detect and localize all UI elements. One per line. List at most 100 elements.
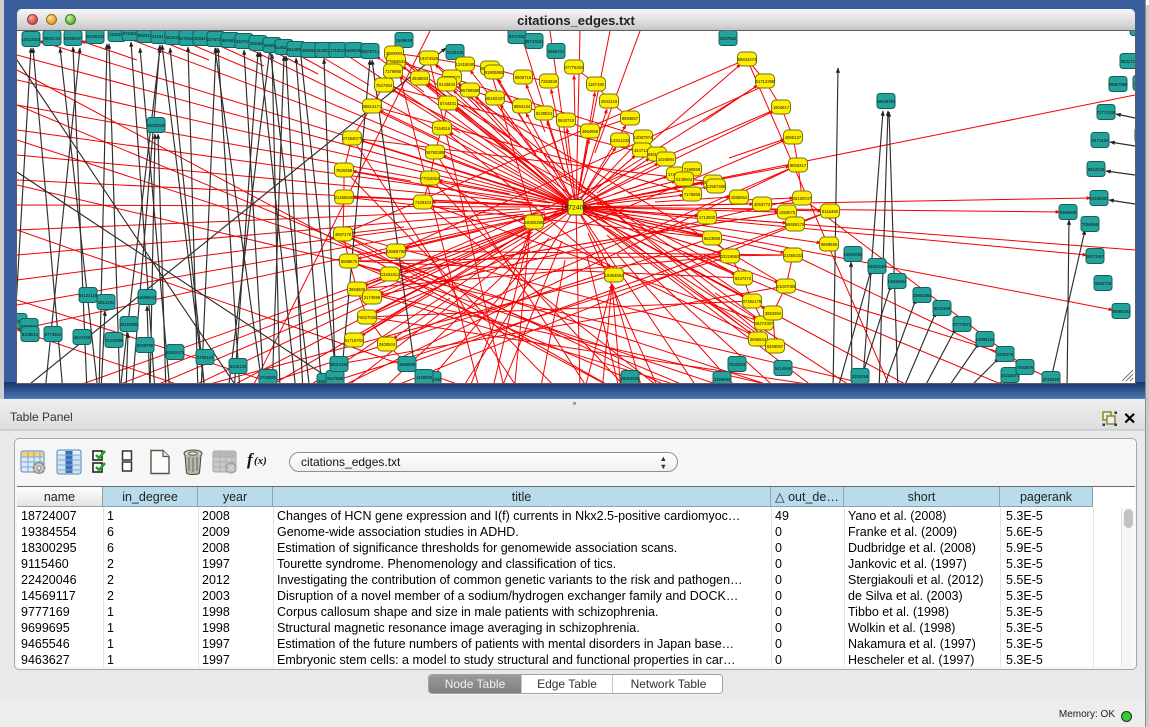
svg-text:19384554: 19384554 xyxy=(605,273,624,278)
svg-text:14846564: 14846564 xyxy=(888,279,907,284)
svg-text:4948083: 4948083 xyxy=(412,76,429,81)
svg-text:1585064: 1585064 xyxy=(731,195,748,200)
svg-text:5812236: 5812236 xyxy=(1088,167,1105,172)
svg-text:5240824: 5240824 xyxy=(536,111,553,116)
svg-text:16998543: 16998543 xyxy=(138,295,157,300)
svg-text:26204505: 26204505 xyxy=(621,376,640,381)
svg-text:14895134: 14895134 xyxy=(976,337,995,342)
svg-text:9699695: 9699695 xyxy=(821,242,838,247)
svg-text:95788568: 95788568 xyxy=(461,88,480,93)
svg-text:6773602: 6773602 xyxy=(45,332,62,337)
svg-text:0842710: 0842710 xyxy=(558,118,575,123)
svg-text:12567468: 12567468 xyxy=(707,184,726,189)
svg-text:99737631: 99737631 xyxy=(525,39,544,44)
svg-text:9115460: 9115460 xyxy=(822,209,839,214)
svg-text:46120047: 46120047 xyxy=(793,196,812,201)
svg-text:51718702: 51718702 xyxy=(345,338,364,343)
svg-text:15865780: 15865780 xyxy=(387,249,406,254)
svg-text:06990162: 06990162 xyxy=(1112,309,1131,314)
svg-text:5588675: 5588675 xyxy=(341,259,358,264)
svg-text:2427868: 2427868 xyxy=(327,376,344,381)
svg-text:12419049: 12419049 xyxy=(456,62,475,67)
svg-text:0647468: 0647468 xyxy=(74,335,91,340)
svg-text:27484677: 27484677 xyxy=(343,136,362,141)
svg-text:16648784: 16648784 xyxy=(877,99,896,104)
svg-text:9993867: 9993867 xyxy=(622,116,639,121)
svg-text:72343098: 72343098 xyxy=(105,338,124,343)
svg-text:13341232: 13341232 xyxy=(611,138,630,143)
svg-text:18300295: 18300295 xyxy=(525,220,544,225)
svg-text:13431611: 13431611 xyxy=(381,272,400,277)
svg-text:4053773: 4053773 xyxy=(754,202,771,207)
svg-text:0812191: 0812191 xyxy=(98,300,115,305)
svg-text:9600133: 9600133 xyxy=(44,36,61,41)
svg-text:10433218: 10433218 xyxy=(22,37,41,42)
svg-text:2016328: 2016328 xyxy=(1043,377,1060,382)
svg-text:7109324: 7109324 xyxy=(415,200,432,205)
svg-text:7175655: 7175655 xyxy=(684,192,701,197)
svg-text:4964990: 4964990 xyxy=(582,129,599,134)
svg-text:22219693: 22219693 xyxy=(721,254,740,259)
svg-text:8506716: 8506716 xyxy=(515,75,532,80)
svg-text:1382675: 1382675 xyxy=(779,210,796,215)
svg-text:58842474: 58842474 xyxy=(738,57,757,62)
svg-text:12067974: 12067974 xyxy=(634,135,653,140)
svg-text:08760385: 08760385 xyxy=(426,150,445,155)
svg-text:3953394: 3953394 xyxy=(765,311,782,316)
svg-text:8347382: 8347382 xyxy=(509,34,526,39)
svg-text:3158692: 3158692 xyxy=(714,377,731,382)
svg-text:46474367: 46474367 xyxy=(755,321,774,326)
svg-text:0103105: 0103105 xyxy=(447,50,464,55)
svg-text:85014294: 85014294 xyxy=(330,362,349,367)
svg-text:36193990: 36193990 xyxy=(120,322,139,327)
svg-text:2400504: 2400504 xyxy=(379,342,396,347)
svg-text:83561595: 83561595 xyxy=(868,264,887,269)
svg-text:7693676: 7693676 xyxy=(1017,365,1034,370)
svg-text:2260256: 2260256 xyxy=(852,374,869,379)
svg-text:3471434: 3471434 xyxy=(1092,138,1109,143)
svg-text:8044369: 8044369 xyxy=(934,306,951,311)
svg-text:6562729: 6562729 xyxy=(1095,281,1112,286)
svg-text:6566701: 6566701 xyxy=(548,49,565,54)
svg-text:6409097: 6409097 xyxy=(767,344,784,349)
svg-text:0143634: 0143634 xyxy=(439,82,456,87)
svg-text:1965569: 1965569 xyxy=(399,362,416,367)
svg-text:9859317: 9859317 xyxy=(790,163,807,168)
svg-text:07482175: 07482175 xyxy=(743,299,762,304)
svg-text:76627028: 76627028 xyxy=(358,315,377,320)
svg-text:7527354: 7527354 xyxy=(376,83,393,88)
svg-text:89373467: 89373467 xyxy=(1086,254,1105,259)
svg-text:5744431: 5744431 xyxy=(440,101,457,106)
svg-text:7543303: 7543303 xyxy=(729,362,746,367)
svg-text:2487682: 2487682 xyxy=(720,36,737,41)
svg-text:21047095: 21047095 xyxy=(777,284,796,289)
svg-text:7190659: 7190659 xyxy=(684,167,701,172)
svg-text:1509839: 1509839 xyxy=(396,38,413,43)
svg-text:1167190: 1167190 xyxy=(588,82,605,87)
svg-text:20053346: 20053346 xyxy=(147,123,166,128)
svg-text:21456232: 21456232 xyxy=(784,253,803,258)
svg-text:86926179: 86926179 xyxy=(786,222,805,227)
svg-text:90838637: 90838637 xyxy=(64,36,83,41)
svg-text:47775204: 47775204 xyxy=(565,65,584,70)
svg-text:8425135: 8425135 xyxy=(230,364,247,369)
svg-text:1128059: 1128059 xyxy=(416,375,433,380)
svg-text:91905865: 91905865 xyxy=(485,70,504,75)
svg-text:2941318: 2941318 xyxy=(601,99,618,104)
svg-text:8108013: 8108013 xyxy=(22,332,39,337)
svg-text:23662994: 23662994 xyxy=(913,293,932,298)
svg-text:7379965: 7379965 xyxy=(385,69,402,74)
svg-text:77694531: 77694531 xyxy=(387,59,406,64)
svg-text:88957986: 88957986 xyxy=(1109,82,1128,87)
svg-text:0831727: 0831727 xyxy=(1121,59,1135,64)
svg-text:7154516: 7154516 xyxy=(434,126,451,131)
svg-text:1024994: 1024994 xyxy=(658,157,675,162)
svg-text:72774348: 72774348 xyxy=(1097,110,1116,115)
svg-text:4965137: 4965137 xyxy=(785,135,802,140)
svg-text:2784980: 2784980 xyxy=(260,375,277,380)
svg-text:5623869: 5623869 xyxy=(704,236,721,241)
svg-text:2174596: 2174596 xyxy=(364,295,381,300)
svg-text:7054668: 7054668 xyxy=(1082,222,1099,227)
svg-text:84124118: 84124118 xyxy=(79,293,98,298)
svg-text:9894134: 9894134 xyxy=(514,104,531,109)
